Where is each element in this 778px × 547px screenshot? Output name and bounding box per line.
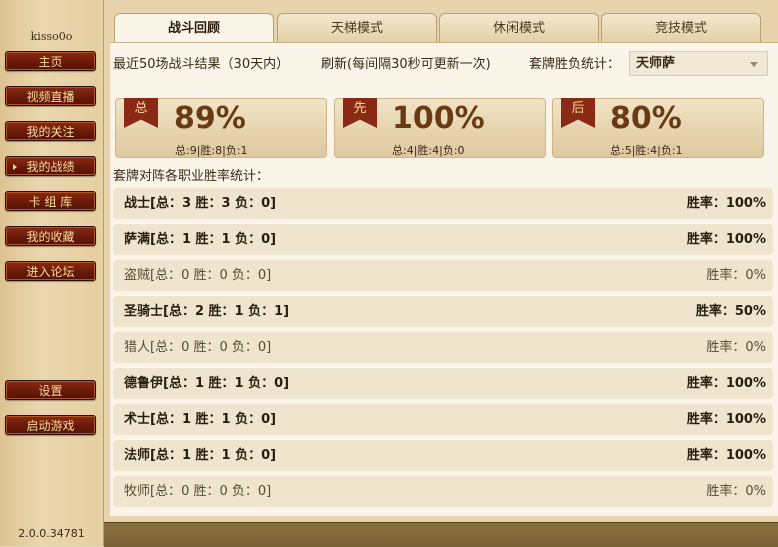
nav-my-record-label: 我的战绩 <box>26 160 75 174</box>
class-stats-title: 套牌对阵各职业胜率统计： <box>113 169 270 184</box>
tab-arena-mode-label: 竞技模式 <box>654 21 707 36</box>
flag-first-text: 先 <box>353 101 367 116</box>
class-label: 术士[总：1 胜：1 负：0] <box>124 412 277 427</box>
tab-battle-review[interactable]: 战斗回顾 <box>114 13 274 43</box>
stat-card-second: 后 80% 总:5|胜:4|负:1 <box>552 98 764 158</box>
recent-results-text: 最近50场战斗结果（30天内） <box>113 57 290 72</box>
flag-total-text: 总 <box>134 101 148 116</box>
class-row-warrior: 战士[总：3 胜：3 负：0] 胜率：100% <box>113 188 773 219</box>
nav-live-video-label: 视频直播 <box>26 90 75 104</box>
class-row-rogue: 盗贼[总：0 胜：0 负：0] 胜率：0% <box>113 260 773 291</box>
tab-arena-mode[interactable]: 竞技模式 <box>601 13 761 42</box>
nav-live-video-button[interactable]: 视频直播 <box>5 86 96 106</box>
tab-ladder-mode[interactable]: 天梯模式 <box>277 13 437 42</box>
class-row-shaman: 萨满[总：1 胜：1 负：0] 胜率：100% <box>113 224 773 255</box>
class-rate: 胜率：0% <box>706 268 766 283</box>
stat-first-detail: 总:4|胜:4|负:0 <box>392 144 465 157</box>
class-rate: 胜率：100% <box>686 376 766 391</box>
class-rate: 胜率：100% <box>686 412 766 427</box>
username: kisso0o <box>30 30 73 43</box>
nav-home-button[interactable]: 主页 <box>5 51 96 71</box>
version-label: 2.0.0.34781 <box>18 527 85 540</box>
refresh-note: (每间隔30秒可更新一次) <box>347 57 491 72</box>
class-row-priest: 牧师[总：0 胜：0 负：0] 胜率：0% <box>113 476 773 507</box>
sidebar: kisso0o 主页 视频直播 我的关注 我的战绩 卡 组 库 我的收藏 进入论… <box>0 0 104 546</box>
class-label: 萨满[总：1 胜：1 负：0] <box>124 232 277 247</box>
class-label: 猎人[总：0 胜：0 负：0] <box>124 340 272 355</box>
flag-second-text: 后 <box>571 101 585 116</box>
nav-my-record-button[interactable]: 我的战绩 <box>5 156 96 176</box>
nav-forum-label: 进入论坛 <box>26 265 75 279</box>
battle-review-panel: 最近50场战斗结果（30天内） 刷新(每间隔30秒可更新一次) 套牌胜负统计： … <box>110 42 778 516</box>
settings-label: 设置 <box>38 384 63 398</box>
class-rate: 胜率：100% <box>686 448 766 463</box>
class-rate: 胜率：0% <box>706 484 766 499</box>
main-area: 战斗回顾 天梯模式 休闲模式 竞技模式 最近50场战斗结果（30天内） 刷新(每… <box>104 0 778 546</box>
class-row-paladin: 圣骑士[总：2 胜：1 负：1] 胜率：50% <box>113 296 773 327</box>
deck-stats-label: 套牌胜负统计： <box>529 57 621 72</box>
class-row-hunter: 猎人[总：0 胜：0 负：0] 胜率：0% <box>113 332 773 363</box>
class-label: 法师[总：1 胜：1 负：0] <box>124 448 277 463</box>
nav-deck-library-button[interactable]: 卡 组 库 <box>5 191 96 211</box>
class-label: 圣骑士[总：2 胜：1 负：1] <box>124 304 290 319</box>
deck-select[interactable]: 天师萨 <box>629 51 768 76</box>
refresh-link[interactable]: 刷新 <box>321 57 347 72</box>
class-label: 德鲁伊[总：1 胜：1 负：0] <box>124 376 290 391</box>
tab-bar: 战斗回顾 天梯模式 休闲模式 竞技模式 <box>104 13 778 43</box>
launch-game-button[interactable]: 启动游戏 <box>5 415 96 435</box>
class-row-druid: 德鲁伊[总：1 胜：1 负：0] 胜率：100% <box>113 368 773 399</box>
deck-select-value: 天师萨 <box>636 56 676 71</box>
flag-second-icon: 后 <box>561 98 595 128</box>
class-rate: 胜率：0% <box>706 340 766 355</box>
nav-favorites-button[interactable]: 我的收藏 <box>5 226 96 246</box>
tab-ladder-mode-label: 天梯模式 <box>330 21 383 36</box>
class-label: 盗贼[总：0 胜：0 负：0] <box>124 268 272 283</box>
class-rate: 胜率：100% <box>686 232 766 247</box>
nav-favorites-label: 我的收藏 <box>26 230 75 244</box>
refresh-group: 刷新(每间隔30秒可更新一次) <box>321 54 491 76</box>
stat-total-detail: 总:9|胜:8|负:1 <box>175 144 248 157</box>
class-row-mage: 法师[总：1 胜：1 负：0] 胜率：100% <box>113 440 773 471</box>
flag-total-icon: 总 <box>124 98 158 128</box>
stat-total-pct: 89% <box>174 101 246 136</box>
class-label: 牧师[总：0 胜：0 负：0] <box>124 484 272 499</box>
nav-deck-library-label: 卡 组 库 <box>28 195 73 209</box>
launch-game-label: 启动游戏 <box>26 419 75 433</box>
stat-second-detail: 总:5|胜:4|负:1 <box>610 144 683 157</box>
selected-arrow-icon <box>13 164 17 170</box>
class-row-warlock: 术士[总：1 胜：1 负：0] 胜率：100% <box>113 404 773 435</box>
flag-first-icon: 先 <box>343 98 377 128</box>
stat-second-pct: 80% <box>610 101 682 136</box>
class-label: 战士[总：3 胜：3 负：0] <box>124 196 277 211</box>
tab-casual-mode[interactable]: 休闲模式 <box>439 13 599 42</box>
stat-card-first: 先 100% 总:4|胜:4|负:0 <box>334 98 546 158</box>
class-rate: 胜率：50% <box>695 304 766 319</box>
nav-home-label: 主页 <box>38 55 63 69</box>
class-rate: 胜率：100% <box>686 196 766 211</box>
nav-following-button[interactable]: 我的关注 <box>5 121 96 141</box>
tab-casual-mode-label: 休闲模式 <box>492 21 545 36</box>
bottom-bar <box>104 522 778 547</box>
tab-battle-review-label: 战斗回顾 <box>167 21 220 36</box>
chevron-down-icon <box>750 62 758 67</box>
stat-card-total: 总 89% 总:9|胜:8|负:1 <box>115 98 327 158</box>
nav-following-label: 我的关注 <box>26 125 75 139</box>
nav-forum-button[interactable]: 进入论坛 <box>5 261 96 281</box>
stat-first-pct: 100% <box>392 101 485 136</box>
settings-button[interactable]: 设置 <box>5 380 96 400</box>
